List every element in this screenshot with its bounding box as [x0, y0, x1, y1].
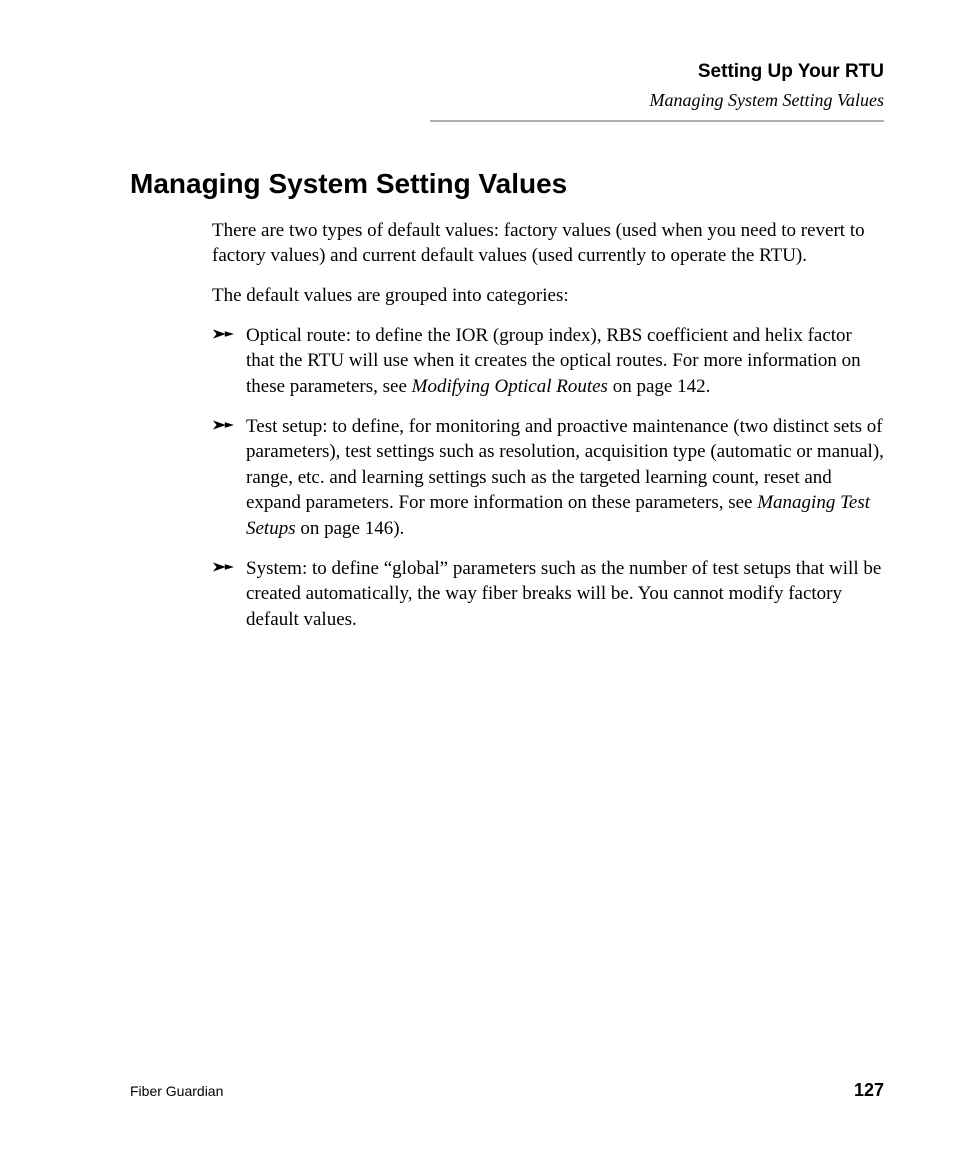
running-header: Setting Up Your RTU Managing System Sett…	[430, 60, 884, 140]
page-title: Managing System Setting Values	[130, 168, 884, 200]
list-item: Optical route: to define the IOR (group …	[212, 323, 884, 400]
footer-product: Fiber Guardian	[130, 1083, 223, 1099]
intro-paragraph: There are two types of default values: f…	[212, 218, 884, 269]
page: Setting Up Your RTU Managing System Sett…	[0, 0, 954, 1159]
footer-page-number: 127	[854, 1080, 884, 1101]
arrow-bullet-icon	[212, 417, 234, 433]
list-item-text-post: on page 146).	[296, 518, 405, 539]
arrow-bullet-icon	[212, 326, 234, 342]
list-item-text-pre: System: to define “global” parameters su…	[246, 558, 881, 630]
arrow-bullet-icon	[212, 559, 234, 575]
main-content: Managing System Setting Values There are…	[212, 168, 884, 633]
list-item-text-post: on page 142.	[608, 376, 710, 397]
group-paragraph: The default values are grouped into cate…	[212, 283, 884, 309]
category-list: Optical route: to define the IOR (group …	[212, 323, 884, 633]
footer: Fiber Guardian 127	[130, 1080, 884, 1101]
list-item: System: to define “global” parameters su…	[212, 556, 884, 633]
list-item-text-em: Modifying Optical Routes	[412, 376, 608, 397]
header-chapter-title: Setting Up Your RTU	[430, 60, 884, 85]
list-item: Test setup: to define, for monitoring an…	[212, 414, 884, 542]
header-divider	[430, 120, 884, 122]
header-section-title: Managing System Setting Values	[430, 87, 884, 114]
